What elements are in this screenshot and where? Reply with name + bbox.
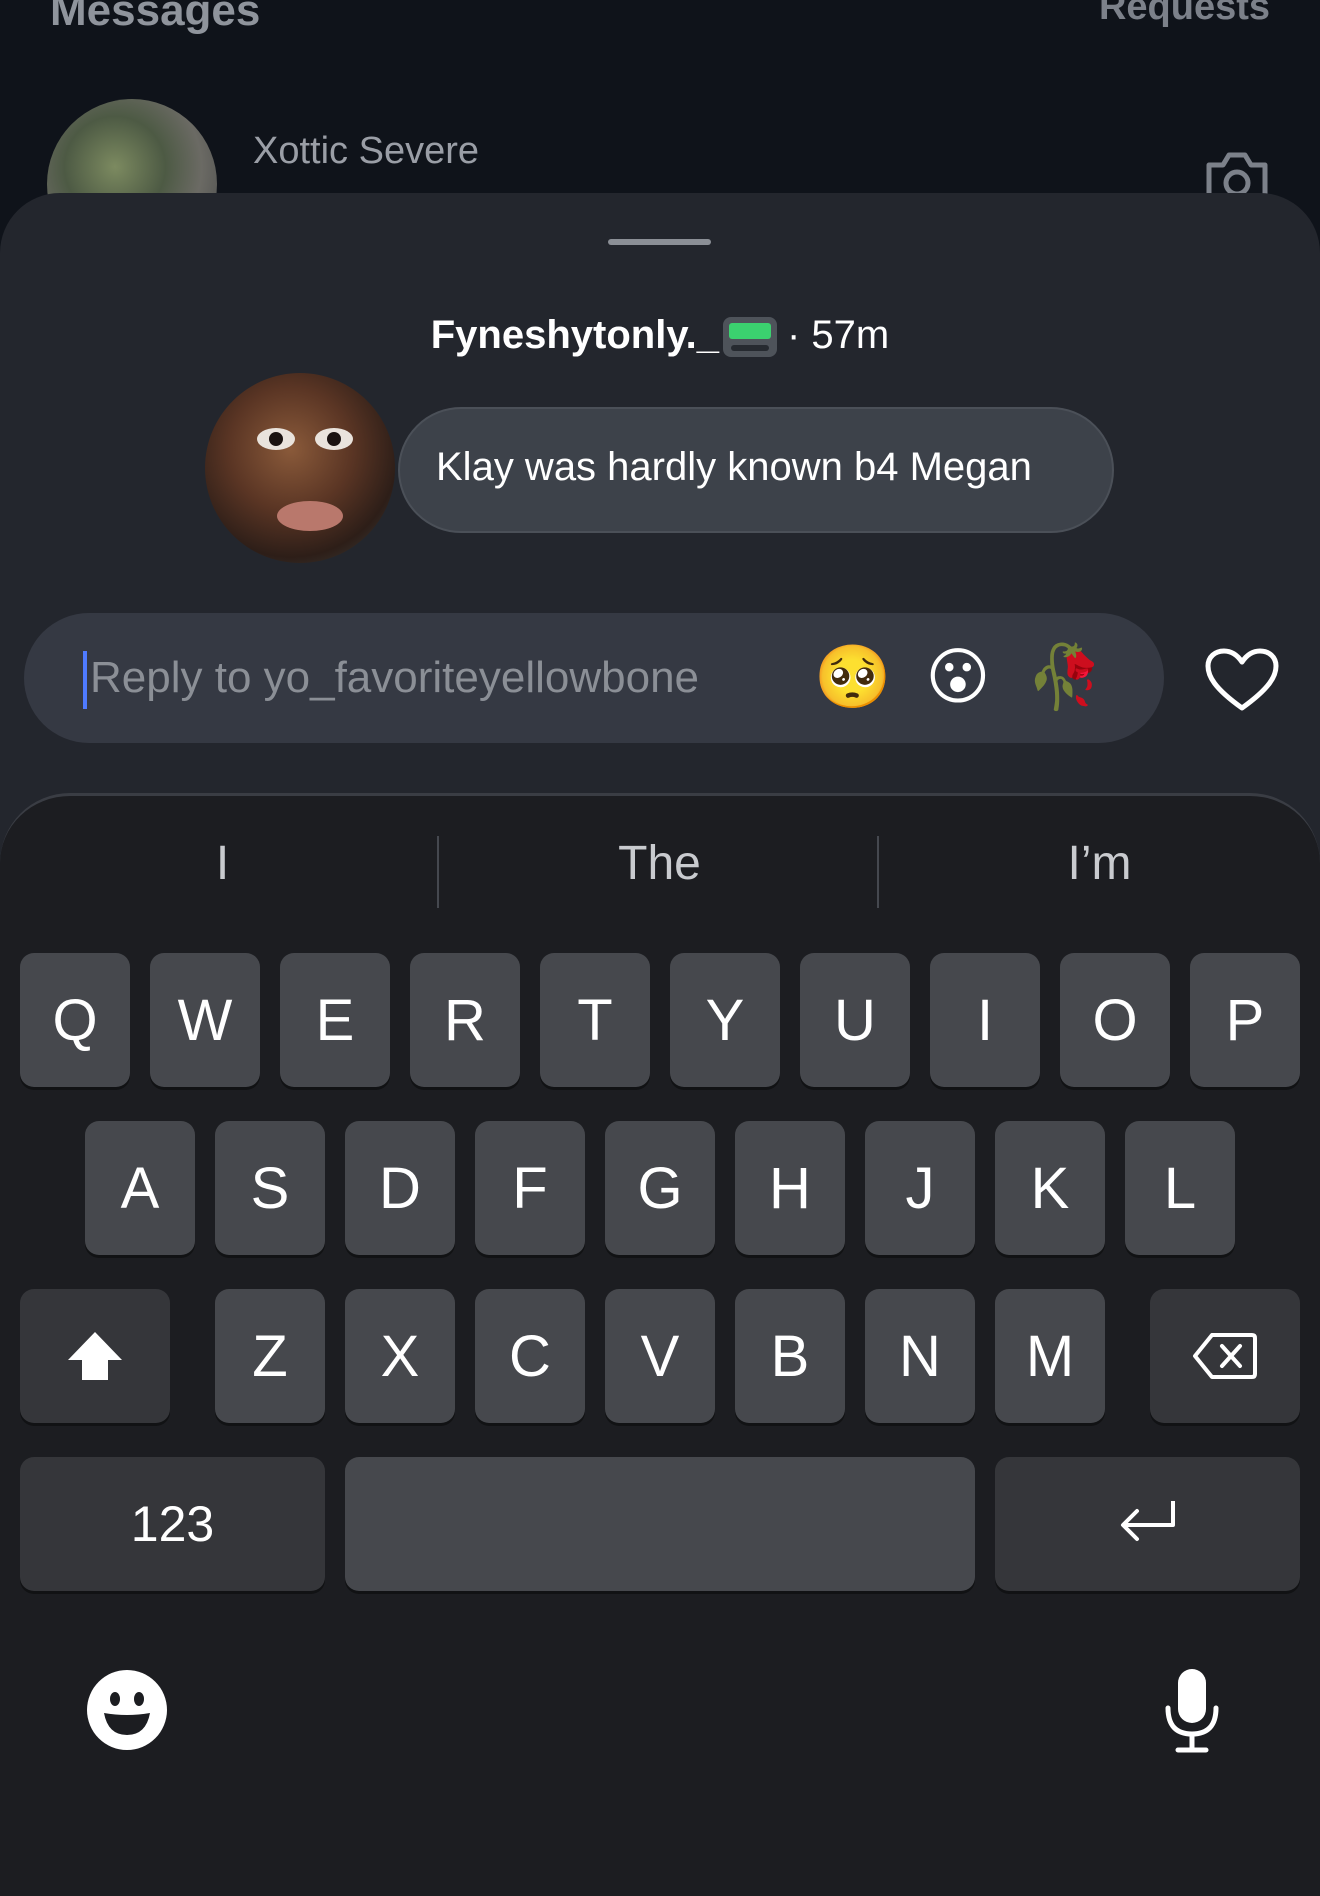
shift-icon bbox=[68, 1332, 122, 1380]
key-t[interactable]: T bbox=[540, 953, 650, 1087]
key-p[interactable]: P bbox=[1190, 953, 1300, 1087]
messages-header: Messages Requests bbox=[0, 0, 1320, 60]
reaction-pleading-button[interactable]: 🥺 bbox=[814, 641, 891, 715]
key-v[interactable]: V bbox=[605, 1289, 715, 1423]
key-m[interactable]: M bbox=[995, 1289, 1105, 1423]
backspace-key[interactable] bbox=[1150, 1289, 1300, 1423]
key-f[interactable]: F bbox=[475, 1121, 585, 1255]
key-h[interactable]: H bbox=[735, 1121, 845, 1255]
avatar-eye-right bbox=[315, 428, 353, 450]
pager-emoji-icon bbox=[722, 317, 777, 358]
sheet-grabber[interactable] bbox=[608, 239, 711, 245]
key-c[interactable]: C bbox=[475, 1289, 585, 1423]
key-w[interactable]: W bbox=[150, 953, 260, 1087]
thread-name: Xottic Severe bbox=[253, 130, 479, 172]
key-s[interactable]: S bbox=[215, 1121, 325, 1255]
key-n[interactable]: N bbox=[865, 1289, 975, 1423]
emoji-icon[interactable] bbox=[86, 1669, 168, 1751]
story-avatar[interactable] bbox=[205, 373, 395, 563]
key-y[interactable]: Y bbox=[670, 953, 780, 1087]
key-k[interactable]: K bbox=[995, 1121, 1105, 1255]
text-caret bbox=[83, 651, 87, 709]
story-time: · 57m bbox=[786, 313, 890, 357]
reply-input[interactable]: Reply to yo_favoriteyellowbone 🥺 😮 🥀 bbox=[24, 613, 1164, 743]
requests-link[interactable]: Requests bbox=[1099, 0, 1270, 29]
reaction-surprised-button[interactable]: 😮 bbox=[921, 641, 995, 715]
key-r[interactable]: R bbox=[410, 953, 520, 1087]
suggestion-3[interactable]: I’m bbox=[882, 836, 1317, 891]
key-d[interactable]: D bbox=[345, 1121, 455, 1255]
suggestion-divider bbox=[877, 836, 879, 908]
suggestion-1[interactable]: I bbox=[5, 836, 440, 891]
key-x[interactable]: X bbox=[345, 1289, 455, 1423]
key-j[interactable]: J bbox=[865, 1121, 975, 1255]
return-icon bbox=[1120, 1501, 1175, 1541]
return-key[interactable] bbox=[995, 1457, 1300, 1591]
avatar-eye-left bbox=[257, 428, 295, 450]
story-header: Fyneshytonly._ · 57m bbox=[0, 313, 1320, 358]
suggestion-2[interactable]: The bbox=[442, 836, 877, 891]
story-username[interactable]: Fyneshytonly._ bbox=[431, 313, 719, 357]
messages-title: Messages bbox=[50, 0, 261, 35]
key-o[interactable]: O bbox=[1060, 953, 1170, 1087]
numbers-key[interactable]: 123 bbox=[20, 1457, 325, 1591]
key-g[interactable]: G bbox=[605, 1121, 715, 1255]
story-message-bubble: Klay was hardly known b4 Megan bbox=[398, 407, 1114, 533]
story-message-text: Klay was hardly known b4 Megan bbox=[436, 445, 1032, 489]
key-l[interactable]: L bbox=[1125, 1121, 1235, 1255]
shift-key[interactable] bbox=[20, 1289, 170, 1423]
key-b[interactable]: B bbox=[735, 1289, 845, 1423]
microphone-icon[interactable] bbox=[1162, 1666, 1222, 1754]
reply-placeholder: Reply to yo_favoriteyellowbone bbox=[90, 653, 700, 702]
avatar-mouth bbox=[277, 501, 343, 531]
keyboard: I The I’m Q W E R T Y U I O P A S D F G … bbox=[0, 793, 1320, 1896]
heart-icon[interactable] bbox=[1204, 648, 1280, 714]
key-u[interactable]: U bbox=[800, 953, 910, 1087]
key-i[interactable]: I bbox=[930, 953, 1040, 1087]
suggestion-divider bbox=[437, 836, 439, 908]
key-q[interactable]: Q bbox=[20, 953, 130, 1087]
key-e[interactable]: E bbox=[280, 953, 390, 1087]
space-key[interactable] bbox=[345, 1457, 975, 1591]
backspace-icon bbox=[1193, 1333, 1257, 1379]
key-z[interactable]: Z bbox=[215, 1289, 325, 1423]
key-a[interactable]: A bbox=[85, 1121, 195, 1255]
reaction-wilted-rose-button[interactable]: 🥀 bbox=[1026, 641, 1103, 715]
thread-row[interactable]: Xottic Severe bbox=[0, 95, 1320, 269]
